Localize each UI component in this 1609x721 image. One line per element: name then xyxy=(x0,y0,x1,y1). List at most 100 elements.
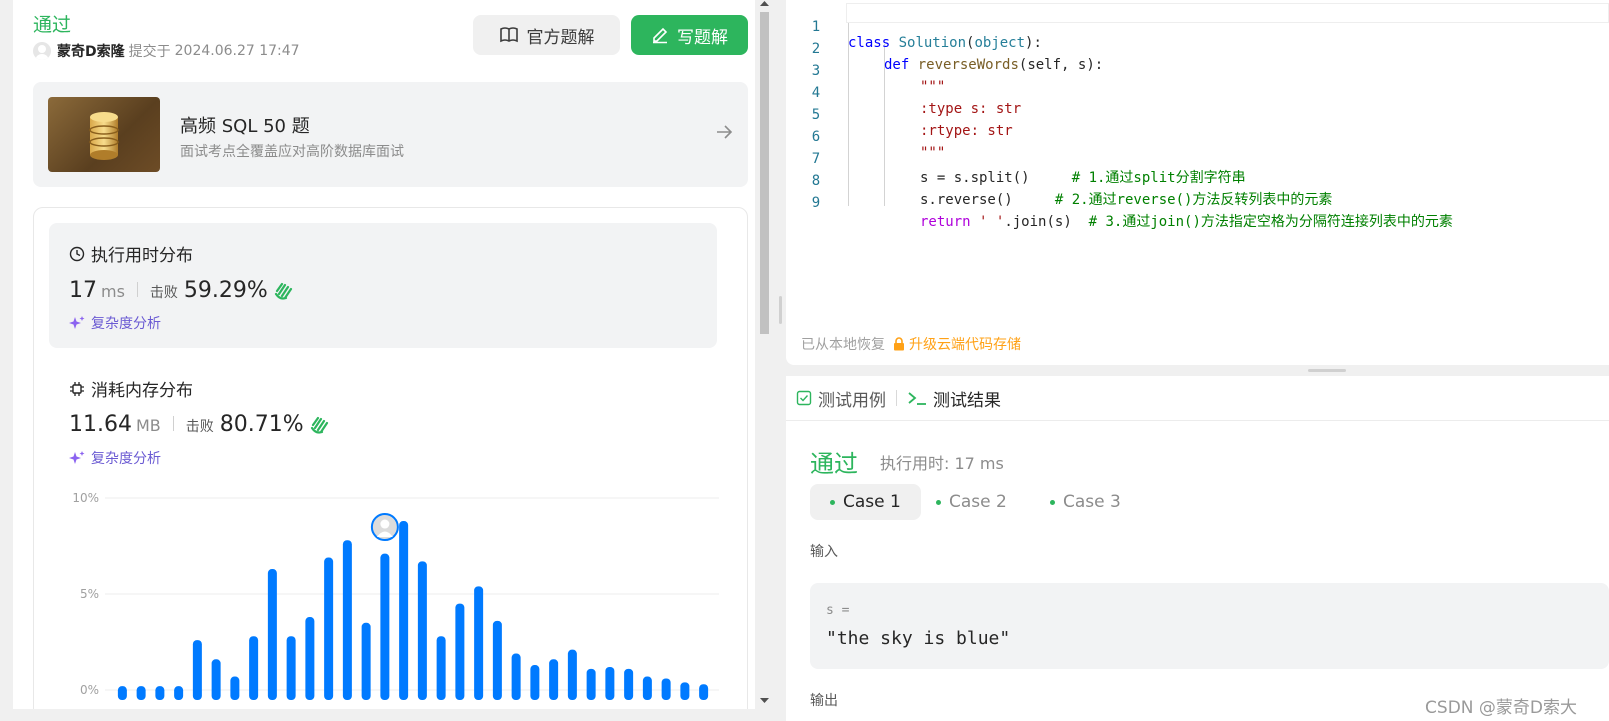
official-solution-label: 官方题解 xyxy=(526,27,595,48)
scroll-up-arrow-icon[interactable] xyxy=(760,0,769,6)
code-token: Solution xyxy=(898,35,967,51)
chart-bar[interactable] xyxy=(605,666,615,700)
chart-bar[interactable] xyxy=(286,636,296,700)
chart-bar[interactable] xyxy=(361,622,371,700)
input-box[interactable]: s = "the sky is blue" xyxy=(810,583,1609,669)
study-plan-subtitle: 面试考点全覆盖应对高阶数据库面试 xyxy=(180,144,404,160)
panel-resize-handle[interactable] xyxy=(779,296,782,324)
test-tabs: 测试用例 测试结果 xyxy=(786,376,1609,421)
chart-bar[interactable] xyxy=(680,682,690,700)
vertical-resize-handle[interactable] xyxy=(1308,369,1346,372)
avatar[interactable] xyxy=(33,42,51,60)
study-plan-card[interactable]: 高频 SQL 50 题 面试考点全覆盖应对高阶数据库面试 xyxy=(33,82,748,187)
runtime-unit: ms xyxy=(101,282,125,301)
chart-bar[interactable] xyxy=(136,686,146,700)
runtime-value: 17 xyxy=(69,278,97,303)
code-line: 4 :type s: str xyxy=(786,69,1021,117)
memory-stats: 11.64 MB 击败 80.71% xyxy=(69,412,330,437)
scrollbar[interactable] xyxy=(756,0,773,709)
chart-bar[interactable] xyxy=(230,676,240,700)
clock-icon xyxy=(69,246,85,261)
input-variable: s = xyxy=(826,603,850,618)
code-line: 8 s.reverse() # 2.通过reverse()方法反转列表中的元素 xyxy=(786,157,1333,208)
case-tab-1[interactable]: Case 1 xyxy=(810,484,921,520)
runtime-complexity-link[interactable]: 复杂度分析 xyxy=(69,313,161,333)
terminal-icon xyxy=(908,392,926,405)
official-solution-button[interactable]: 官方题解 xyxy=(473,15,620,55)
result-runtime: 执行用时: 17 ms xyxy=(880,454,1004,473)
chart-bar[interactable] xyxy=(549,659,559,700)
chart-bar[interactable] xyxy=(511,653,521,700)
chart-bar[interactable] xyxy=(305,617,315,700)
code-comment: # 2.通过reverse()方法反转列表中的元素 xyxy=(1054,192,1333,208)
code-token: return xyxy=(920,214,971,230)
chart-bar[interactable] xyxy=(324,557,334,700)
code-editor[interactable]: 1 class Solution(object): 2 def reverseW… xyxy=(786,0,1609,365)
code-line: 6 """ xyxy=(786,113,946,161)
test-panel: 测试用例 测试结果 通过 执行用时: 17 ms Case 1 Case 2 C… xyxy=(786,376,1609,721)
code-line: 1 class Solution(object): xyxy=(786,3,1042,51)
code-token: :type s: str xyxy=(920,101,1022,117)
code-token: :rtype: str xyxy=(920,123,1013,139)
chart-bar[interactable] xyxy=(174,686,184,700)
chart-bar[interactable] xyxy=(567,649,577,700)
chart-bar[interactable] xyxy=(155,686,165,700)
edit-icon xyxy=(653,27,668,44)
author-name[interactable]: 蒙奇D索隆 xyxy=(57,41,125,61)
chart-bar[interactable] xyxy=(399,521,409,700)
chart-bar[interactable] xyxy=(436,636,446,700)
author-row: 蒙奇D索隆 提交于 2024.06.27 17:47 xyxy=(33,41,300,61)
code-line: 2 def reverseWords(self, s): xyxy=(786,25,1103,73)
case-tab-2[interactable]: Case 2 xyxy=(916,484,1027,520)
chart-bar[interactable] xyxy=(267,569,277,700)
chart-bar[interactable] xyxy=(211,659,221,700)
runtime-distribution-chart[interactable]: 10% 5% 0% xyxy=(43,484,723,709)
scrollbar-thumb[interactable] xyxy=(760,12,769,334)
submission-panel: 通过 蒙奇D索隆 提交于 2024.06.27 17:47 官方题解 写题解 高… xyxy=(13,0,755,709)
input-value: "the sky is blue" xyxy=(826,628,1011,649)
tab-test-results[interactable]: 测试结果 xyxy=(897,386,1011,411)
tab-test-cases[interactable]: 测试用例 xyxy=(786,386,896,411)
code-line: 5 :rtype: str xyxy=(786,91,1013,139)
upgrade-storage-link[interactable]: 升级云端代码存储 xyxy=(893,334,1021,354)
sparkle-icon xyxy=(69,451,85,464)
code-token: .join(s) xyxy=(1004,214,1089,230)
write-solution-button[interactable]: 写题解 xyxy=(631,15,748,55)
chart-bar[interactable] xyxy=(586,668,596,700)
write-solution-label: 写题解 xyxy=(677,27,728,48)
chart-bar[interactable] xyxy=(192,640,202,700)
code-token: object xyxy=(974,35,1026,51)
code-token: reverseWords xyxy=(917,57,1019,73)
code-token: def xyxy=(884,57,910,73)
study-plan-title: 高频 SQL 50 题 xyxy=(180,116,310,137)
chart-bar[interactable] xyxy=(492,620,502,700)
chart-bar[interactable] xyxy=(661,678,671,700)
clap-hands-icon xyxy=(274,282,292,300)
chart-bar[interactable] xyxy=(530,665,540,700)
chart-bar[interactable] xyxy=(380,553,390,700)
chart-bar[interactable] xyxy=(699,684,709,700)
code-token: s = s.split() xyxy=(920,170,1072,186)
chart-bar[interactable] xyxy=(474,586,484,700)
chart-bar[interactable] xyxy=(417,561,427,700)
code-comment: # 3.通过join()方法指定空格为分隔符连接列表中的元素 xyxy=(1088,214,1453,230)
watermark: CSDN @蒙奇D索大 xyxy=(1425,698,1577,718)
code-line: 7 s = s.split() # 1.通过split分割字符串 xyxy=(786,135,1246,186)
chart-bar[interactable] xyxy=(642,676,652,700)
chart-bar[interactable] xyxy=(249,636,259,700)
chart-bar[interactable] xyxy=(455,603,465,700)
memory-complexity-link[interactable]: 复杂度分析 xyxy=(69,448,161,468)
divider xyxy=(136,282,138,297)
case-label: Case 3 xyxy=(1063,492,1121,512)
chart-bar[interactable] xyxy=(342,540,352,700)
runtime-beat-pct: 59.29% xyxy=(183,278,268,303)
chart-bar[interactable] xyxy=(117,686,127,700)
lock-icon xyxy=(894,337,904,351)
case-tab-3[interactable]: Case 3 xyxy=(1030,484,1141,520)
submitted-prefix: 提交于 xyxy=(128,44,171,60)
scroll-down-arrow-icon[interactable] xyxy=(760,698,769,704)
chart-bar[interactable] xyxy=(624,668,634,700)
chart-user-marker[interactable] xyxy=(370,513,399,542)
tab-test-cases-label: 测试用例 xyxy=(818,390,886,411)
runtime-panel[interactable]: 执行用时分布 17 ms 击败 59.29% 复杂度分析 xyxy=(49,223,717,348)
